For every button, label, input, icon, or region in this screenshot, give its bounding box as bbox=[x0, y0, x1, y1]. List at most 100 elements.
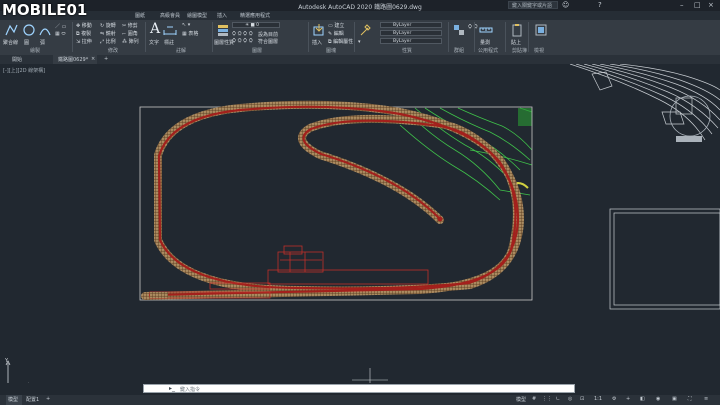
window-title: Autodesk AutoCAD 2020 鐵路圖0629.dwg bbox=[298, 4, 422, 11]
close-icon[interactable]: × bbox=[708, 1, 714, 9]
lineweight-dropdown[interactable]: ByLayer bbox=[380, 38, 442, 44]
tab-layout1[interactable]: 配置1 bbox=[26, 396, 39, 403]
text-button[interactable]: 文字 bbox=[149, 39, 159, 46]
tab-insert[interactable]: 插入 bbox=[217, 12, 227, 19]
array-button[interactable]: ⁂ 陣列 bbox=[122, 38, 139, 45]
stretch-button[interactable]: ⇲ 拉伸 bbox=[76, 38, 92, 45]
tab-membership[interactable]: 高級會員 bbox=[160, 12, 180, 19]
view-icon[interactable] bbox=[534, 23, 548, 37]
ucs-icon bbox=[5, 360, 29, 383]
measure-button[interactable]: 量測 bbox=[480, 39, 490, 46]
new-tab-button[interactable]: + bbox=[104, 56, 108, 62]
viewport-controls[interactable]: [-][上][2D 線架構] bbox=[3, 67, 45, 74]
tab-close-icon[interactable]: × bbox=[91, 56, 95, 62]
panel-divider bbox=[474, 22, 475, 52]
match-properties-icon[interactable] bbox=[358, 23, 372, 37]
new-layout-button[interactable]: + bbox=[46, 396, 50, 402]
edit-attribute-label: 編輯屬性 bbox=[333, 39, 354, 45]
group-icon[interactable] bbox=[452, 23, 466, 37]
text-icon[interactable]: A bbox=[150, 21, 160, 37]
grid-icon[interactable]: # bbox=[532, 396, 536, 402]
layer-properties-icon[interactable] bbox=[216, 23, 230, 37]
polyline-button[interactable]: 聚合線 bbox=[3, 39, 18, 46]
rotate-button[interactable]: ↻ 旋轉 bbox=[100, 22, 116, 29]
tab-view[interactable]: 圖紙 bbox=[135, 12, 145, 19]
panel-clipboard-label: 剪貼簿 bbox=[512, 48, 528, 54]
track-endpoint bbox=[437, 216, 443, 222]
plus-icon[interactable]: + bbox=[626, 396, 630, 402]
menu-icon[interactable]: ≡ bbox=[704, 396, 708, 402]
dimension-icon[interactable] bbox=[163, 24, 177, 36]
help-icon[interactable]: ? bbox=[598, 1, 602, 9]
insert-block-icon[interactable] bbox=[312, 23, 326, 37]
search-input[interactable]: 鍵入關鍵字或片語 bbox=[508, 1, 558, 9]
snap-icon[interactable]: ⋮⋮ bbox=[542, 396, 552, 402]
arc-icon[interactable] bbox=[38, 23, 52, 37]
set-current-button[interactable]: 設為目前 bbox=[258, 31, 278, 38]
copy-label: 複製 bbox=[81, 31, 92, 37]
arc-button[interactable]: 弧 bbox=[40, 39, 45, 46]
status-bar: 模型 配置1 + 模型 # ⋮⋮ ∟ ◎ ⊡ 1:1 ⚙ + ◧ ◉ ▣ ⛶ ≡ bbox=[0, 395, 720, 405]
trim-button[interactable]: ✂ 修剪 bbox=[122, 22, 138, 29]
move-label: 移動 bbox=[81, 23, 92, 29]
layer-properties-button[interactable]: 圖層性質 bbox=[214, 39, 234, 46]
ribbon-tab-bar: 圖紙 高級會員 繪圖模型 插入 精選應用程式 bbox=[0, 11, 720, 20]
command-line[interactable]: ▸_ 鍵入指令 bbox=[143, 384, 575, 393]
move-button[interactable]: ✥ 移動 bbox=[76, 22, 92, 29]
create-block-label: 建立 bbox=[334, 23, 345, 29]
scale-icon[interactable]: 1:1 bbox=[594, 396, 602, 402]
mirror-button[interactable]: ⇋ 鏡射 bbox=[100, 30, 116, 37]
tab-drawing[interactable]: 鐵路圖0629* bbox=[58, 56, 88, 63]
tab-model[interactable]: 繪圖模型 bbox=[187, 12, 207, 19]
settings-icon[interactable]: ⚙ bbox=[612, 396, 616, 402]
hardware-icon[interactable]: ▣ bbox=[672, 396, 677, 402]
model-space-toggle[interactable]: 模型 bbox=[516, 396, 526, 403]
layer-tools-row-2[interactable]: ⛭ ⛭ ⛭ ⛭ bbox=[232, 38, 253, 44]
line-icon[interactable]: ／ ▭ bbox=[55, 23, 66, 30]
paste-button[interactable]: 貼上 bbox=[511, 39, 521, 46]
command-prompt-icon: ▸_ bbox=[169, 385, 176, 392]
isolate-icon[interactable]: ◉ bbox=[656, 396, 660, 402]
panel-divider bbox=[448, 22, 449, 52]
group-tools[interactable]: ⛭ ⛭ bbox=[468, 24, 478, 30]
circle-button[interactable]: 圓 bbox=[24, 39, 29, 46]
fillet-button[interactable]: ⌐ 圓角 bbox=[122, 30, 138, 37]
circle-icon[interactable] bbox=[22, 23, 36, 37]
paste-icon[interactable] bbox=[510, 23, 524, 37]
match-properties-button[interactable]: ▾ bbox=[358, 39, 361, 45]
fullscreen-icon[interactable]: ⛶ bbox=[688, 396, 692, 402]
dimension-button[interactable]: 標註 bbox=[164, 39, 174, 46]
command-input[interactable]: 鍵入指令 bbox=[180, 386, 200, 393]
osnap-icon[interactable]: ⊡ bbox=[580, 396, 584, 402]
leader-button[interactable]: ↖ ▾ bbox=[182, 22, 190, 28]
hatch-icon[interactable]: ▦ ⬭ bbox=[55, 31, 66, 37]
layer-tools-row[interactable]: ⛭ ⛭ ⛭ ⛭ bbox=[232, 31, 253, 37]
edit-block-button[interactable]: ✎ 編輯 bbox=[328, 30, 344, 37]
copy-button[interactable]: ⧉ 複製 bbox=[76, 30, 91, 37]
edit-attribute-button[interactable]: ⧉ 編輯屬性 bbox=[328, 38, 353, 45]
maximize-icon[interactable]: □ bbox=[694, 1, 701, 9]
match-layer-button[interactable]: 符合圖層 bbox=[258, 38, 278, 45]
tab-model-space[interactable]: 模型 bbox=[8, 396, 18, 403]
workspace-icon[interactable]: ◧ bbox=[640, 396, 645, 402]
table-button[interactable]: ▦ 表格 bbox=[182, 30, 198, 37]
create-block-button[interactable]: ▭ 建立 bbox=[328, 22, 344, 29]
polyline-icon[interactable] bbox=[4, 23, 18, 37]
panel-annotation-label: 註解 bbox=[176, 48, 187, 54]
insert-block-button[interactable]: 插入 bbox=[312, 39, 322, 46]
color-dropdown[interactable]: ByLayer bbox=[380, 22, 442, 28]
minimize-icon[interactable]: – bbox=[680, 1, 684, 9]
tab-start[interactable]: 開始 bbox=[12, 56, 22, 63]
scale-button[interactable]: ⤢ 比例 bbox=[100, 38, 116, 45]
track-rails bbox=[148, 105, 520, 297]
panel-divider bbox=[505, 22, 506, 52]
panel-modify-label: 修改 bbox=[108, 48, 119, 54]
polar-icon[interactable]: ◎ bbox=[568, 396, 572, 402]
measure-icon[interactable] bbox=[479, 23, 493, 37]
tab-apps[interactable]: 精選應用程式 bbox=[240, 12, 270, 19]
linetype-dropdown[interactable]: ByLayer bbox=[380, 30, 442, 36]
ortho-icon[interactable]: ∟ bbox=[556, 396, 560, 402]
layer-dropdown[interactable]: ☀ ■ 0 bbox=[232, 22, 280, 28]
account-icon[interactable]: ☺ bbox=[562, 1, 569, 9]
drawing-canvas[interactable]: Y X bbox=[0, 64, 720, 383]
